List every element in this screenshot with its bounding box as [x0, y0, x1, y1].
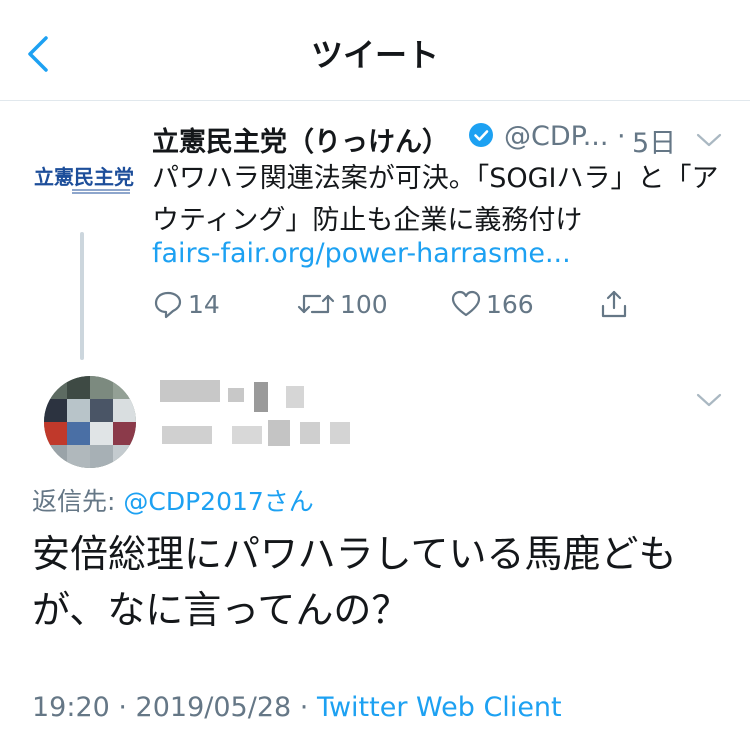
- pixelated-avatar-image: [44, 376, 136, 468]
- tweet-text: パワハラ関連法案が可決。「SOGIハラ」と「アウティング」防止も企業に義務付け: [152, 163, 719, 236]
- retweet-button[interactable]: 100: [296, 286, 388, 322]
- reply-to-line: 返信先: @CDP2017さん: [32, 482, 314, 518]
- like-count: 166: [486, 289, 534, 319]
- timestamp: 19:20 · 2019/05/28 ·: [32, 692, 317, 723]
- reply-button[interactable]: 14: [152, 286, 220, 322]
- share-icon: [601, 290, 627, 318]
- tweet-meta: 19:20 · 2019/05/28 · Twitter Web Client: [32, 692, 562, 723]
- redacted-name: [160, 380, 220, 402]
- share-button[interactable]: [598, 286, 630, 322]
- author-handle[interactable]: @CDP...: [504, 121, 608, 152]
- separator-dot: ·: [617, 121, 626, 152]
- redacted-handle: [162, 426, 212, 444]
- reply-text: 安倍総理にパワハラしている馬鹿どもが、なに言ってんの？: [32, 532, 677, 632]
- redacted-handle: [268, 420, 290, 446]
- verified-badge-icon: [469, 123, 493, 147]
- page-title: ツイート: [310, 36, 439, 74]
- reply-tweet: 返信先: @CDP2017さん 安倍総理にパワハラしている馬鹿どもが、なに言って…: [0, 360, 750, 750]
- reply-count: 14: [188, 289, 220, 319]
- retweet-count: 100: [340, 289, 388, 319]
- chevron-down-icon[interactable]: [696, 132, 722, 148]
- reply-to-label: 返信先:: [32, 487, 124, 516]
- author-name[interactable]: 立憲民主党（りっけん）: [152, 120, 449, 159]
- chevron-down-icon[interactable]: [696, 392, 722, 408]
- header: ツイート: [0, 0, 750, 101]
- parent-tweet[interactable]: 立憲民主党 立憲民主党（りっけん） @CDP... · 5日 パワハラ関連法案が…: [0, 100, 750, 360]
- like-button[interactable]: 166: [450, 286, 534, 322]
- tweet-time[interactable]: 5日: [632, 121, 676, 160]
- redacted-handle: [232, 426, 262, 444]
- redacted-name: [228, 388, 244, 402]
- heart-icon: [451, 290, 481, 317]
- reply-to-suffix[interactable]: さん: [264, 487, 314, 516]
- retweet-icon: [297, 294, 335, 314]
- redacted-name: [286, 386, 304, 408]
- redacted-name: [254, 382, 268, 412]
- avatar-logo-text: 立憲民主党: [34, 165, 134, 189]
- party-logo-avatar[interactable]: 立憲民主党: [32, 160, 134, 196]
- redacted-handle: [300, 422, 320, 444]
- pixelated-avatar[interactable]: [44, 376, 136, 468]
- reply-icon: [154, 291, 182, 319]
- reply-to-mention[interactable]: @CDP2017: [123, 487, 263, 516]
- thread-line: [80, 232, 84, 360]
- redacted-handle: [330, 422, 350, 444]
- tweet-link[interactable]: fairs-fair.org/power-harrasme...: [152, 238, 571, 269]
- client-link[interactable]: Twitter Web Client: [317, 692, 562, 723]
